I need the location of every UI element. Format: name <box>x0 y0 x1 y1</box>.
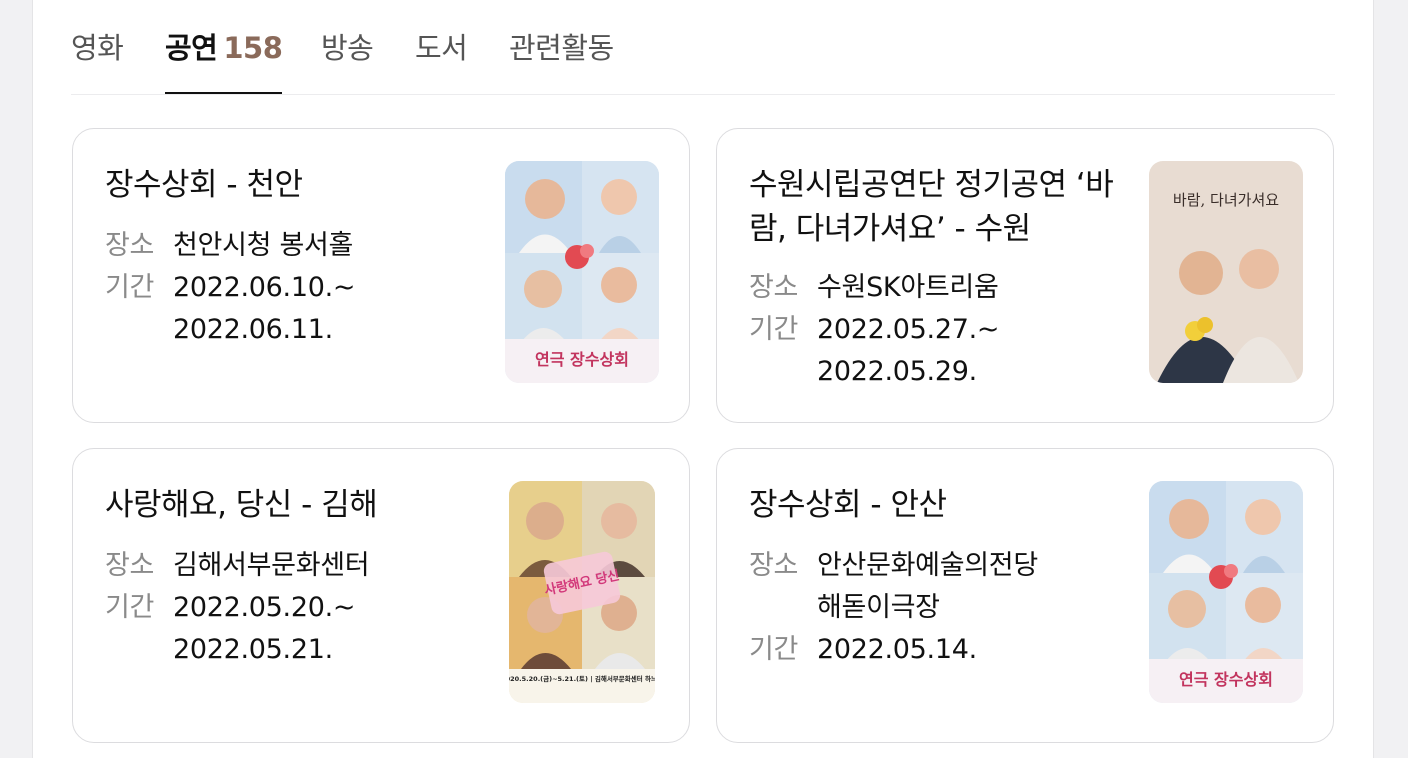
place-row: 장소 김해서부문화센터 <box>105 545 485 587</box>
period-row: 기간 2022.05.27.~ 2022.05.29. <box>749 309 1129 393</box>
place-label: 장소 <box>105 550 155 581</box>
place-value: 수원SK아트리움 <box>817 272 999 303</box>
poster-caption: 바람, 다녀가셔요 <box>1173 191 1279 209</box>
card-title[interactable]: 사랑해요, 당신 - 김해 <box>105 483 465 527</box>
period-value: 2022.06.10.~ 2022.06.11. <box>173 272 356 345</box>
poster-image[interactable]: 바람, 다녀가셔요 <box>1149 161 1303 383</box>
card-info: 장소 천안시청 봉서홀 기간 2022.06.10.~ 2022.06.11. <box>105 225 485 351</box>
poster-baram-icon: 바람, 다녀가셔요 <box>1149 161 1303 383</box>
period-value: 2022.05.27.~ 2022.05.29. <box>817 314 1000 387</box>
place-value: 천안시청 봉서홀 <box>173 230 354 261</box>
period-label: 기간 <box>749 314 799 345</box>
place-value: 김해서부문화센터 <box>173 550 370 581</box>
tab-label: 도서 <box>415 31 468 65</box>
place-value: 안산문화예술의전당 해돋이극장 <box>817 550 1038 623</box>
poster-footer: 2020.5.20.(금)~5.21.(토) | 김해서부문화센터 하늬홀 <box>509 674 655 684</box>
period-row: 기간 2022.06.10.~ 2022.06.11. <box>105 267 485 351</box>
tab-label: 관련활동 <box>509 31 614 65</box>
tab-label: 방송 <box>321 31 374 65</box>
poster-jangsu-sanghoe-icon: 연극 장수상회 <box>505 161 659 383</box>
place-label: 장소 <box>749 550 799 581</box>
poster-saranghaeyo-icon: 2020.5.20.(금)~5.21.(토) | 김해서부문화센터 하늬홀 사랑… <box>509 481 655 703</box>
poster-caption: 연극 장수상회 <box>535 350 629 369</box>
card-title[interactable]: 수원시립공연단 정기공연 ‘바람, 다녀가셔요’ - 수원 <box>749 163 1129 251</box>
place-row: 장소 천안시청 봉서홀 <box>105 225 485 267</box>
tab-movie[interactable]: 영화 <box>71 26 124 94</box>
place-row: 장소 안산문화예술의전당 해돋이극장 <box>749 545 1129 629</box>
card-title[interactable]: 장수상회 - 천안 <box>105 163 465 207</box>
card-info: 장소 안산문화예술의전당 해돋이극장 기간 2022.05.14. <box>749 545 1129 671</box>
place-label: 장소 <box>105 230 155 261</box>
period-value: 2022.05.14. <box>817 634 977 665</box>
performance-card[interactable]: 수원시립공연단 정기공연 ‘바람, 다녀가셔요’ - 수원 장소 수원SK아트리… <box>716 128 1334 423</box>
tab-broadcast[interactable]: 방송 <box>321 26 374 94</box>
period-label: 기간 <box>105 272 155 303</box>
poster-image[interactable]: 연극 장수상회 <box>1149 481 1303 703</box>
performance-card[interactable]: 장수상회 - 천안 장소 천안시청 봉서홀 기간 2022.06.10.~ 20… <box>72 128 690 423</box>
poster-image[interactable]: 2020.5.20.(금)~5.21.(토) | 김해서부문화센터 하늬홀 사랑… <box>509 481 655 703</box>
period-value: 2022.05.20.~ 2022.05.21. <box>173 592 356 665</box>
poster-jangsu-sanghoe-icon: 연극 장수상회 <box>1149 481 1303 703</box>
tab-label: 영화 <box>71 31 124 65</box>
card-info: 장소 수원SK아트리움 기간 2022.05.27.~ 2022.05.29. <box>749 267 1129 393</box>
period-label: 기간 <box>105 592 155 623</box>
performance-card[interactable]: 사랑해요, 당신 - 김해 장소 김해서부문화센터 기간 2022.05.20.… <box>72 448 690 743</box>
tab-performance[interactable]: 공연 158 <box>165 26 283 94</box>
period-row: 기간 2022.05.14. <box>749 629 1129 671</box>
poster-image[interactable]: 연극 장수상회 <box>505 161 659 383</box>
tab-related-activities[interactable]: 관련활동 <box>509 26 614 94</box>
place-row: 장소 수원SK아트리움 <box>749 267 1129 309</box>
poster-caption: 연극 장수상회 <box>1179 670 1273 689</box>
period-label: 기간 <box>749 634 799 665</box>
tab-label: 공연 <box>165 31 218 65</box>
tab-books[interactable]: 도서 <box>415 26 468 94</box>
card-info: 장소 김해서부문화센터 기간 2022.05.20.~ 2022.05.21. <box>105 545 485 671</box>
card-title[interactable]: 장수상회 - 안산 <box>749 483 1109 527</box>
period-row: 기간 2022.05.20.~ 2022.05.21. <box>105 587 485 671</box>
tab-count: 158 <box>223 31 283 65</box>
category-tabs: 영화 공연 158 방송 도서 관련활동 <box>71 0 1335 95</box>
place-label: 장소 <box>749 272 799 303</box>
performance-card[interactable]: 장수상회 - 안산 장소 안산문화예술의전당 해돋이극장 기간 2022.05.… <box>716 448 1334 743</box>
